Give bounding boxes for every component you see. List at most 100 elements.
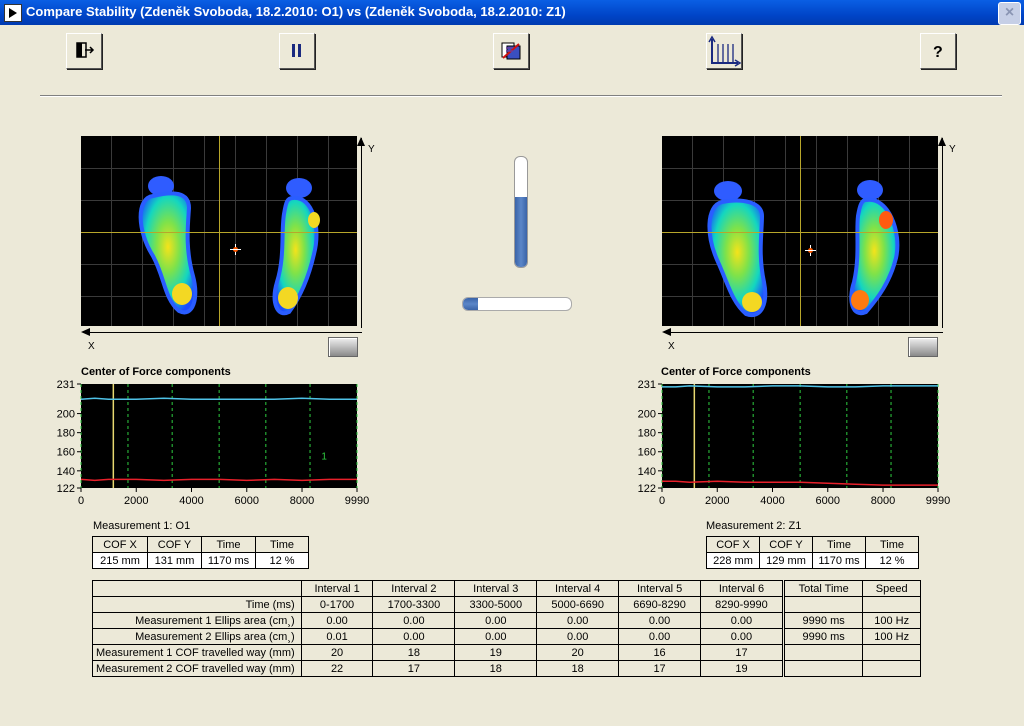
x-tick-label: 8000 [290, 495, 314, 507]
measurement2-table: COF X COF Y Time Time 228 mm 129 mm 1170… [706, 536, 919, 569]
corner-cell [92, 580, 302, 597]
m2-header: Time [865, 536, 919, 553]
table-cell: 0.00 [700, 628, 783, 645]
x-tick-label: 6000 [816, 495, 840, 507]
table-cell: 18 [454, 660, 538, 677]
measurement1-label: Measurement 1: O1 [93, 520, 191, 532]
x-tick-label: 4000 [760, 495, 784, 507]
interval-header: Interval 1 [300, 580, 374, 597]
m2-value: 12 % [865, 552, 919, 569]
table-cell: 16 [618, 644, 702, 661]
row-label: Measurement 2 COF travelled way (mm) [92, 660, 302, 677]
table-cell: 1700-3300 [372, 596, 456, 613]
y-tick-label: 122 [638, 483, 656, 495]
m2-value: 228 mm [706, 552, 760, 569]
y-tick-label: 160 [57, 447, 75, 459]
total-time-cell [783, 596, 864, 613]
table-cell: 8290-9990 [700, 596, 783, 613]
table-cell: 17 [618, 660, 702, 677]
table-cell: 18 [372, 644, 456, 661]
speed-header: Speed [862, 580, 921, 597]
m1-header: COF X [92, 536, 148, 553]
total-time-cell: 9990 ms [783, 628, 864, 645]
y-tick-label: 231 [57, 379, 75, 391]
table-cell: 19 [454, 644, 538, 661]
table-cell: 0.00 [536, 612, 620, 629]
plot-area [662, 384, 938, 488]
x-tick-label: 4000 [179, 495, 203, 507]
table-cell: 0.00 [536, 628, 620, 645]
row-label: Measurement 1 Ellips area (cm¸) [92, 612, 302, 629]
y-tick-label: 180 [638, 428, 656, 440]
table-cell: 3300-5000 [454, 596, 538, 613]
y-tick-label: 160 [638, 447, 656, 459]
m1-value: 131 mm [147, 552, 202, 569]
interval-summary-table: Interval 1 Interval 2 Interval 3 Interva… [92, 580, 921, 677]
m1-value: 12 % [255, 552, 309, 569]
table-cell: 0.00 [700, 612, 783, 629]
interval-header: Interval 6 [700, 580, 783, 597]
y-tick-label: 200 [57, 409, 75, 421]
interval-annotation: 1 [321, 451, 327, 462]
total-time-cell: 9990 ms [783, 612, 864, 629]
m2-header: COF X [706, 536, 760, 553]
m1-value: 1170 ms [201, 552, 256, 569]
m2-value: 129 mm [759, 552, 813, 569]
speed-cell [862, 644, 921, 661]
table-cell: 0.01 [300, 628, 374, 645]
row-label: Time (ms) [92, 596, 302, 613]
total-time-cell [783, 660, 864, 677]
speed-cell: 100 Hz [862, 612, 921, 629]
interval-header: Interval 5 [618, 580, 702, 597]
x-tick-label: 9990 [345, 495, 369, 507]
m1-header: Time [201, 536, 256, 553]
y-tick-label: 231 [638, 379, 656, 391]
m1-header: COF Y [147, 536, 202, 553]
table-cell: 0-1700 [300, 596, 374, 613]
chart-title-right: Center of Force components [661, 366, 811, 378]
table-cell: 0.00 [454, 612, 538, 629]
table-cell: 18 [536, 660, 620, 677]
x-tick-label: 2000 [705, 495, 729, 507]
y-tick-label: 180 [57, 428, 75, 440]
x-tick-label: 8000 [871, 495, 895, 507]
m2-header: COF Y [759, 536, 813, 553]
x-tick-label: 2000 [124, 495, 148, 507]
row-label: Measurement 1 COF travelled way (mm) [92, 644, 302, 661]
y-tick-label: 200 [638, 409, 656, 421]
table-cell: 0.00 [372, 628, 456, 645]
total-time-cell [783, 644, 864, 661]
x-tick-label: 6000 [235, 495, 259, 507]
y-tick-label: 140 [638, 466, 656, 478]
interval-header: Interval 4 [536, 580, 620, 597]
interval-header: Interval 3 [454, 580, 538, 597]
table-cell: 0.00 [618, 612, 702, 629]
interval-header: Interval 2 [372, 580, 456, 597]
m2-header: Time [812, 536, 866, 553]
speed-cell: 100 Hz [862, 628, 921, 645]
total-time-header: Total Time [783, 580, 864, 597]
m2-value: 1170 ms [812, 552, 866, 569]
m1-value: 215 mm [92, 552, 148, 569]
y-tick-label: 122 [57, 483, 75, 495]
x-tick-label: 0 [78, 495, 84, 507]
measurement2-label: Measurement 2: Z1 [706, 520, 802, 532]
table-cell: 17 [372, 660, 456, 677]
table-cell: 5000-6690 [536, 596, 620, 613]
x-tick-label: 0 [659, 495, 665, 507]
speed-cell [862, 596, 921, 613]
table-cell: 0.00 [618, 628, 702, 645]
table-cell: 22 [300, 660, 374, 677]
table-cell: 20 [536, 644, 620, 661]
table-cell: 17 [700, 644, 783, 661]
table-cell: 19 [700, 660, 783, 677]
speed-cell [862, 660, 921, 677]
x-tick-label: 9990 [926, 495, 950, 507]
table-cell: 6690-8290 [618, 596, 702, 613]
table-cell: 20 [300, 644, 374, 661]
table-cell: 0.00 [372, 612, 456, 629]
row-label: Measurement 2 Ellips area (cm¸) [92, 628, 302, 645]
table-cell: 0.00 [300, 612, 374, 629]
table-cell: 0.00 [454, 628, 538, 645]
m1-header: Time [255, 536, 309, 553]
